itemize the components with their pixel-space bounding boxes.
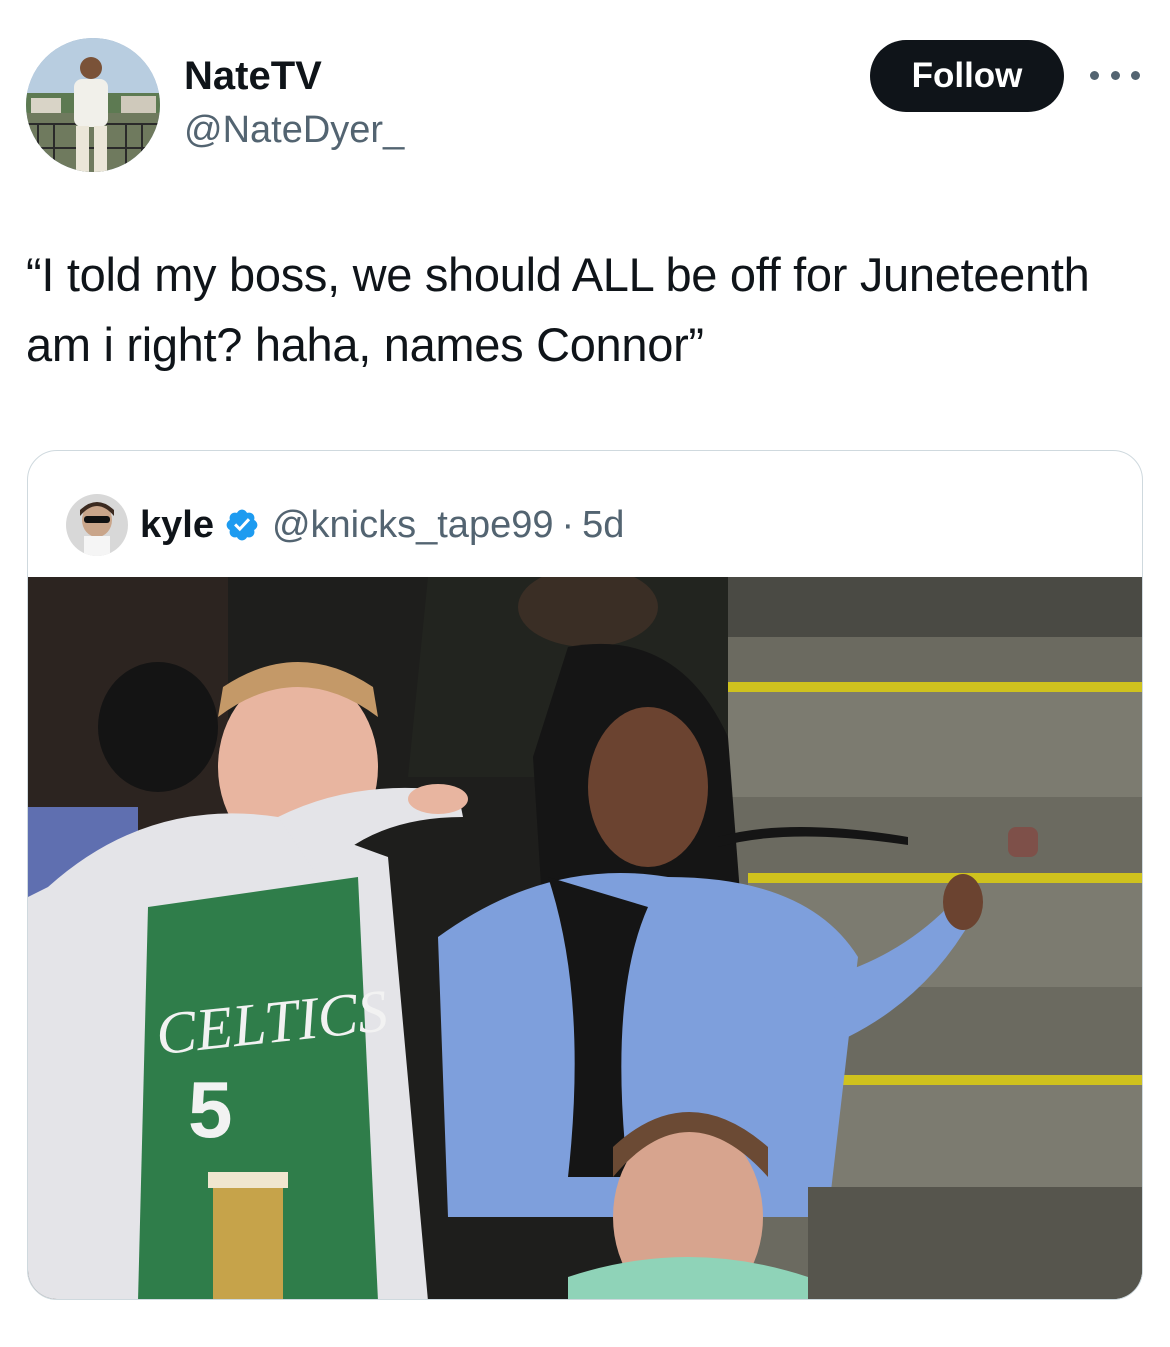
quoted-tweet-card[interactable]: kyle @knicks_tape99 · 5d CELTICS 5 [27, 450, 1143, 1300]
quoted-timestamp[interactable]: 5d [582, 504, 624, 547]
quoted-tweet-header: kyle @knicks_tape99 · 5d [66, 494, 624, 556]
quoted-separator: · [561, 503, 575, 546]
more-options-button[interactable] [1090, 60, 1140, 90]
quoted-author-avatar[interactable] [66, 494, 128, 556]
more-horizontal-icon [1090, 70, 1099, 80]
author-handle[interactable]: @NateDyer_ [184, 107, 404, 153]
author-avatar[interactable] [26, 38, 160, 172]
quoted-tweet-photo[interactable]: CELTICS 5 [28, 577, 1142, 1299]
tweet-text: “I told my boss, we should ALL be off fo… [26, 248, 1090, 371]
tweet: NateTV @NateDyer_ Follow “I told my boss… [0, 0, 1170, 1347]
quoted-author-handle[interactable]: @knicks_tape99 [272, 504, 554, 547]
verified-badge-icon [226, 509, 258, 541]
quoted-author-name[interactable]: kyle [140, 504, 214, 547]
author-display-name[interactable]: NateTV [184, 52, 322, 100]
svg-text:5: 5 [188, 1065, 233, 1154]
follow-button[interactable]: Follow [870, 40, 1064, 112]
